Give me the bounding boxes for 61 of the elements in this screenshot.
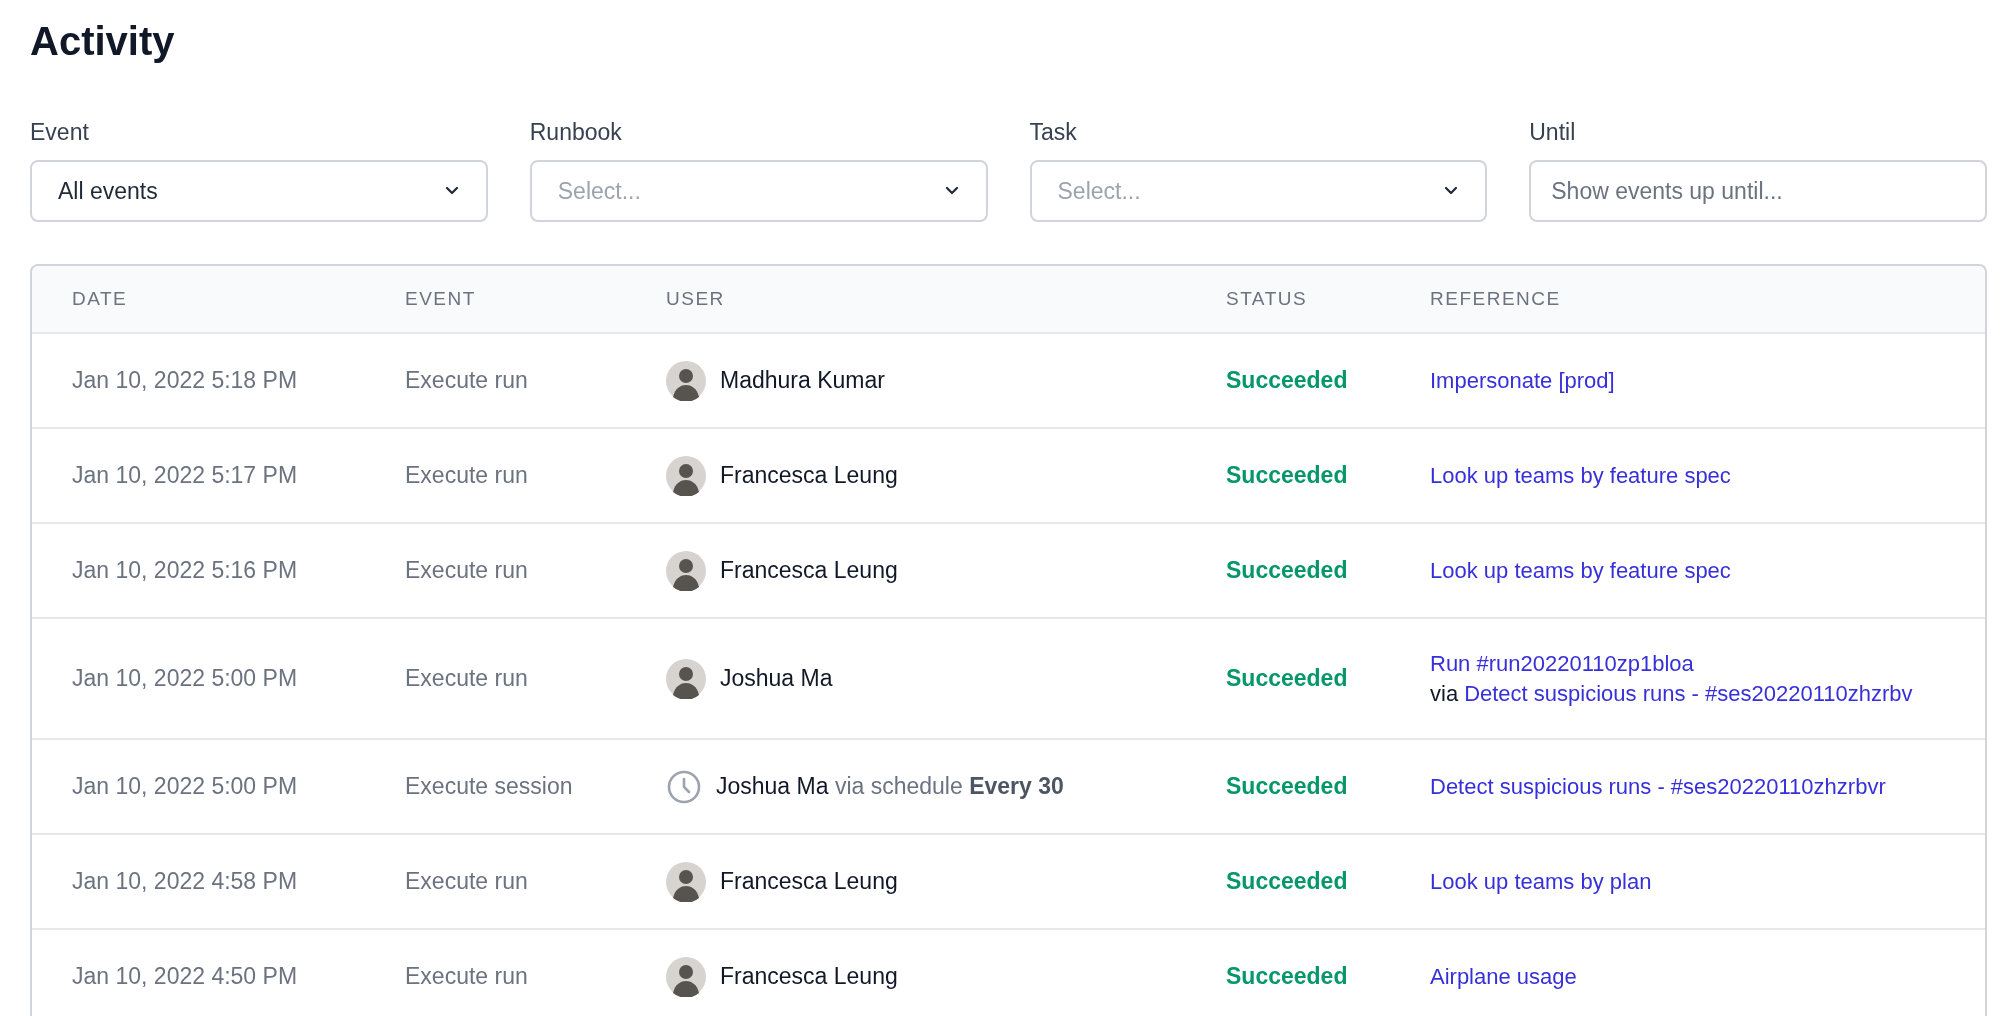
column-header: USER — [666, 288, 725, 310]
avatar-icon — [666, 455, 706, 496]
filter-label: Task — [1029, 118, 1077, 146]
chevron-down-icon — [443, 186, 460, 196]
status-text: Succeeded — [1226, 773, 1348, 800]
reference-link[interactable]: Impersonate [prod] — [1430, 367, 1615, 393]
user-name: Joshua Ma — [716, 773, 829, 799]
user-name: Joshua Ma — [720, 665, 833, 692]
select-field[interactable]: All events — [30, 160, 488, 222]
reference-link[interactable]: Look up teams by feature spec — [1430, 557, 1731, 583]
filter-label: Event — [30, 118, 89, 146]
event-cell: Execute session — [405, 773, 573, 800]
date-cell: Jan 10, 2022 5:18 PM — [72, 367, 298, 394]
event-cell: Execute run — [405, 557, 528, 584]
status-text: Succeeded — [1226, 963, 1348, 990]
status-text: Succeeded — [1226, 367, 1348, 394]
column-header: EVENT — [405, 288, 476, 310]
status-text: Succeeded — [1226, 462, 1348, 489]
date-cell: Jan 10, 2022 5:17 PM — [72, 462, 298, 489]
user-name: Francesca Leung — [720, 462, 898, 489]
reference-link[interactable]: Airplane usage — [1430, 963, 1577, 989]
filter-label: Runbook — [529, 118, 622, 146]
reference-link[interactable]: Look up teams by feature spec — [1430, 462, 1731, 488]
date-cell: Jan 10, 2022 5:00 PM — [72, 665, 298, 692]
user-name: Francesca Leung — [720, 557, 898, 584]
avatar-icon — [666, 658, 706, 699]
via-schedule-text: via schedule — [834, 773, 963, 799]
avatar-icon — [666, 956, 706, 997]
date-cell: Jan 10, 2022 4:50 PM — [72, 963, 298, 990]
status-text: Succeeded — [1226, 557, 1348, 584]
date-input-field[interactable]: Show events up until... — [1529, 160, 1987, 222]
user-name: Madhura Kumar — [720, 367, 885, 394]
page-title: Activity — [30, 18, 176, 65]
avatar-icon — [666, 360, 706, 401]
event-cell: Execute run — [405, 462, 528, 489]
chevron-down-icon — [943, 186, 960, 196]
date-cell: Jan 10, 2022 5:00 PM — [72, 773, 298, 800]
date-cell: Jan 10, 2022 5:16 PM — [72, 557, 298, 584]
user-name: Francesca Leung — [720, 868, 898, 895]
event-cell: Execute run — [405, 367, 528, 394]
chevron-down-icon — [1443, 186, 1460, 196]
event-cell: Execute run — [405, 868, 528, 895]
status-text: Succeeded — [1226, 665, 1348, 692]
column-header: STATUS — [1226, 288, 1308, 310]
session-link[interactable]: Detect suspicious runs - #ses20220110zhzrbv — [1464, 680, 1913, 707]
clock-icon — [666, 768, 702, 805]
event-cell: Execute run — [405, 665, 528, 692]
reference-link[interactable]: Detect suspicious runs - #ses20220110zhzrbvr — [1430, 773, 1886, 799]
date-cell: Jan 10, 2022 4:58 PM — [72, 868, 298, 895]
column-header: REFERENCE — [1430, 288, 1561, 310]
status-text: Succeeded — [1226, 868, 1348, 895]
schedule-name: Every 30 — [969, 773, 1064, 799]
filter-label: Until — [1529, 118, 1576, 146]
column-header: DATE — [72, 288, 128, 310]
avatar-icon — [666, 550, 706, 591]
via-text: via — [1430, 680, 1459, 707]
reference-link[interactable]: Run #run20220110zp1bloa — [1430, 650, 1694, 676]
avatar-icon — [666, 861, 706, 902]
event-cell: Execute run — [405, 963, 528, 990]
reference-link[interactable]: Look up teams by plan — [1430, 868, 1652, 894]
user-name: Francesca Leung — [720, 963, 898, 990]
